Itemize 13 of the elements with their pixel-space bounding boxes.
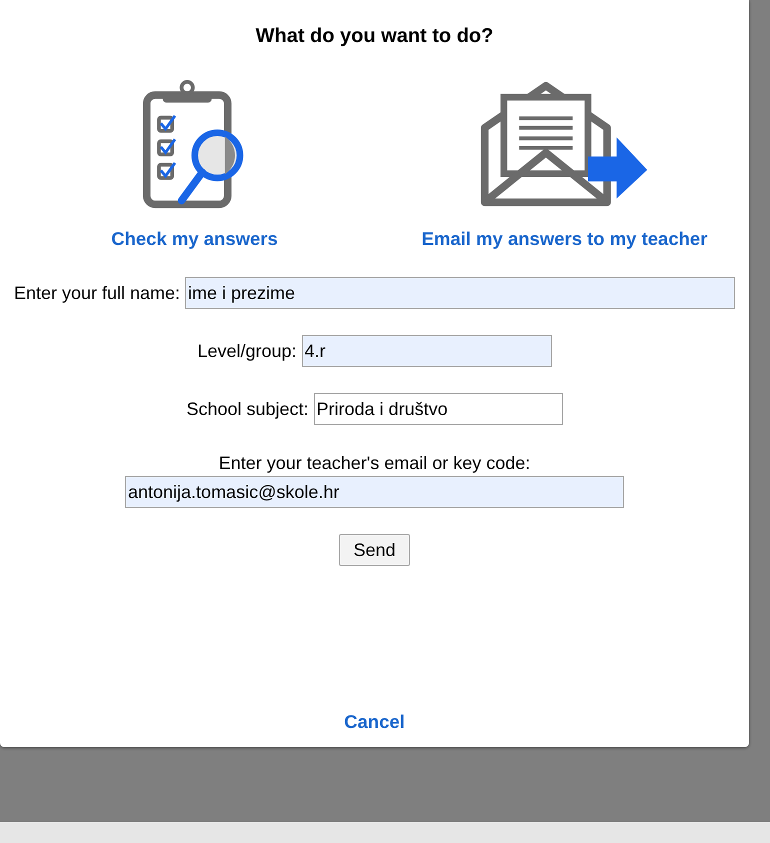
input-field[interactable]: ime i prezime xyxy=(185,277,736,309)
input-field[interactable]: 4.r xyxy=(302,335,552,367)
option-link[interactable]: Check my answers xyxy=(111,228,278,250)
field-label: Enter your teacher's email or key code: xyxy=(218,453,530,474)
cancel-link[interactable]: Cancel xyxy=(344,711,405,733)
input-field[interactable]: antonija.tomasic@skole.hr xyxy=(125,476,624,508)
field-label: Level/group: xyxy=(197,340,297,362)
field-label: Enter your full name: xyxy=(14,282,180,304)
option-link[interactable]: Email my answers to my teacher xyxy=(422,228,708,250)
field-label: School subject: xyxy=(186,398,309,420)
input-field[interactable]: Priroda i društvo xyxy=(314,393,563,425)
send-button[interactable]: Send xyxy=(339,534,410,566)
dialog-title: What do you want to do? xyxy=(256,25,494,48)
